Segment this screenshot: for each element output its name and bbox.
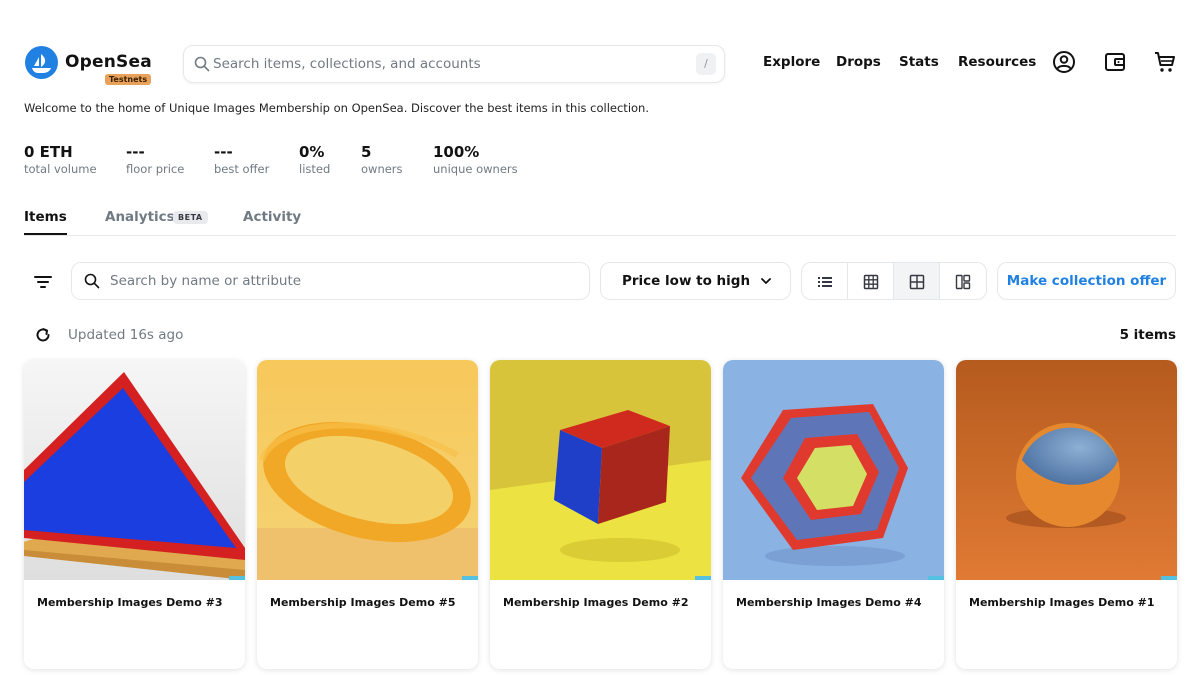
account-icon[interactable]	[1052, 50, 1076, 74]
top-navigation: OpenSea Testnets Search items, collectio…	[0, 0, 1200, 100]
item-name: Membership Images Demo #1	[969, 596, 1155, 609]
last-updated-text: Updated 16s ago	[68, 327, 184, 343]
stat-value: 0%	[299, 143, 325, 161]
list-view-button[interactable]	[802, 263, 848, 299]
global-search-input[interactable]: Search items, collections, and accounts …	[183, 45, 725, 83]
nft-card[interactable]: Membership Images Demo #1	[956, 360, 1177, 669]
stat-best-offer: --- best offer	[214, 143, 269, 176]
nft-card[interactable]: Membership Images Demo #3	[24, 360, 245, 669]
nft-image-triangle	[24, 360, 245, 580]
tab-activity[interactable]: Activity	[243, 209, 301, 225]
item-name: Membership Images Demo #5	[270, 596, 456, 609]
brand-name[interactable]: OpenSea	[65, 52, 152, 72]
testnets-badge: Testnets	[105, 74, 152, 85]
wallet-icon[interactable]	[1103, 50, 1127, 74]
list-view-icon	[817, 277, 832, 287]
stat-value: 0 ETH	[24, 143, 73, 161]
nft-card[interactable]: Membership Images Demo #2	[490, 360, 711, 669]
nav-stats[interactable]: Stats	[899, 54, 939, 70]
stat-label: total volume	[24, 162, 97, 176]
stat-value: ---	[214, 143, 233, 161]
stat-floor-price: --- floor price	[126, 143, 184, 176]
large-grid-view-button[interactable]	[894, 263, 940, 299]
chevron-down-icon	[761, 278, 771, 284]
attribute-search-placeholder: Search by name or attribute	[110, 273, 302, 289]
nav-resources[interactable]: Resources	[958, 54, 1036, 70]
item-name: Membership Images Demo #4	[736, 596, 922, 609]
nav-drops[interactable]: Drops	[836, 54, 881, 70]
mosaic-view-button[interactable]	[940, 263, 986, 299]
make-collection-offer-button[interactable]: Make collection offer	[997, 262, 1176, 300]
stat-label: unique owners	[433, 162, 518, 176]
stat-value: 100%	[433, 143, 480, 161]
active-tab-indicator	[24, 233, 67, 235]
stat-label: listed	[299, 162, 331, 176]
stat-owners: 5 owners	[361, 143, 403, 176]
large-grid-icon	[909, 274, 924, 290]
search-icon	[84, 273, 100, 289]
stat-total-volume: 0 ETH total volume	[24, 143, 97, 176]
collection-description: Welcome to the home of Unique Images Mem…	[24, 101, 649, 115]
cart-icon[interactable]	[1153, 50, 1177, 74]
sort-dropdown[interactable]: Price low to high	[600, 262, 791, 300]
item-name: Membership Images Demo #2	[503, 596, 689, 609]
search-icon	[194, 56, 210, 72]
nft-image-ring	[257, 360, 478, 580]
item-count: 5 items	[1119, 327, 1176, 343]
attribute-search-input[interactable]: Search by name or attribute	[71, 262, 590, 300]
sort-selected-value: Price low to high	[622, 273, 751, 289]
search-placeholder: Search items, collections, and accounts	[213, 56, 481, 72]
mosaic-view-icon	[955, 274, 971, 290]
beta-badge: BETA	[173, 211, 208, 224]
nft-image-sphere	[956, 360, 1177, 580]
nft-image-cube	[490, 360, 711, 580]
tabs-divider	[24, 235, 1176, 236]
stat-unique-owners: 100% unique owners	[433, 143, 518, 176]
item-name: Membership Images Demo #3	[37, 596, 223, 609]
stat-value: ---	[126, 143, 145, 161]
opensea-logo-icon[interactable]	[25, 46, 58, 79]
stat-value: 5	[361, 143, 372, 161]
view-mode-toggle	[801, 262, 987, 300]
filter-icon[interactable]	[32, 271, 54, 293]
stat-label: best offer	[214, 162, 270, 176]
stat-label: owners	[361, 162, 403, 176]
refresh-icon[interactable]	[34, 326, 52, 344]
search-shortcut-key: /	[696, 53, 716, 75]
nft-card[interactable]: Membership Images Demo #5	[257, 360, 478, 669]
small-grid-view-button[interactable]	[848, 263, 894, 299]
nft-image-polyhedron	[723, 360, 944, 580]
stat-listed: 0% listed	[299, 143, 330, 176]
nft-card[interactable]: Membership Images Demo #4	[723, 360, 944, 669]
stat-label: floor price	[126, 162, 185, 176]
tab-items[interactable]: Items	[24, 209, 67, 225]
small-grid-icon	[863, 274, 878, 290]
tab-analytics[interactable]: Analytics	[105, 209, 175, 225]
nav-explore[interactable]: Explore	[763, 54, 820, 70]
